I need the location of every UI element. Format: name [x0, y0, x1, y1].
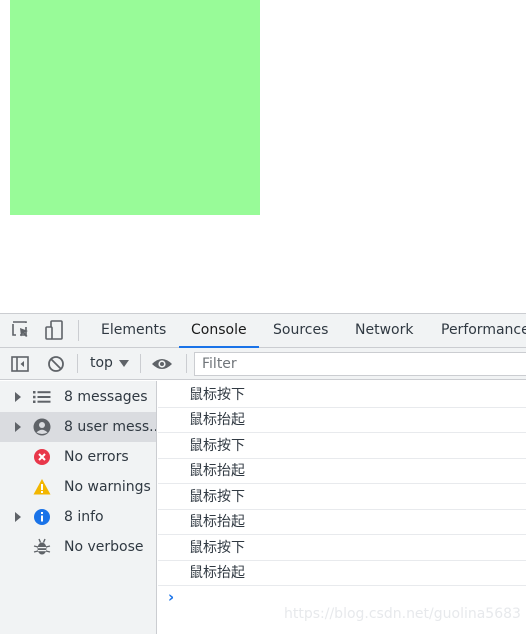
device-toolbar-icon[interactable] — [42, 318, 66, 342]
toolbar-divider — [186, 354, 187, 373]
console-message: 鼠标按下 — [158, 485, 526, 510]
sidebar-item-label: No verbose — [64, 539, 144, 555]
warning-icon — [33, 478, 51, 496]
sidebar-item-label: 8 user mess... — [64, 419, 156, 435]
devtools-panel: Elements Console Sources Network Perform… — [0, 313, 526, 634]
tab-console[interactable]: Console — [179, 314, 259, 348]
user-icon — [33, 418, 51, 436]
tab-sources[interactable]: Sources — [261, 314, 340, 348]
sidebar-item-verbose[interactable]: No verbose — [0, 532, 156, 562]
console-message: 鼠标抬起 — [158, 561, 526, 586]
sidebar-item-label: 8 messages — [64, 389, 148, 405]
clear-console-icon[interactable] — [45, 353, 67, 375]
sidebar-item-label: 8 info — [64, 509, 104, 525]
console-message: 鼠标按下 — [158, 536, 526, 561]
sidebar-item-user-messages[interactable]: 8 user mess... — [0, 412, 156, 442]
filter-input[interactable] — [194, 352, 526, 376]
devtools-tabbar: Elements Console Sources Network Perform… — [0, 314, 526, 348]
console-toolbar: top — [0, 348, 526, 380]
list-icon — [33, 388, 51, 406]
sidebar-item-messages[interactable]: 8 messages — [0, 382, 156, 412]
expand-arrow-icon[interactable] — [15, 512, 21, 522]
sidebar-toggle-icon[interactable] — [9, 353, 31, 375]
console-messages: 鼠标按下 鼠标抬起 鼠标按下 鼠标抬起 鼠标按下 鼠标抬起 鼠标按下 鼠标抬起 … — [158, 381, 526, 634]
console-message: 鼠标抬起 — [158, 408, 526, 433]
bug-icon — [33, 538, 51, 556]
toolbar-divider — [140, 354, 141, 373]
info-icon — [33, 508, 51, 526]
inspect-element-icon[interactable] — [9, 318, 33, 342]
toolbar-divider — [78, 320, 79, 341]
context-selector[interactable]: top — [90, 348, 113, 380]
sidebar-item-errors[interactable]: No errors — [0, 442, 156, 472]
console-message: 鼠标按下 — [158, 434, 526, 459]
sidebar-item-info[interactable]: 8 info — [0, 502, 156, 532]
sidebar-item-label: No errors — [64, 449, 129, 465]
expand-arrow-icon[interactable] — [15, 392, 21, 402]
expand-arrow-icon[interactable] — [15, 422, 21, 432]
sidebar-item-label: No warnings — [64, 479, 151, 495]
console-sidebar: 8 messages 8 user mess... No errors No w… — [0, 381, 157, 634]
chevron-down-icon[interactable] — [119, 360, 129, 367]
sidebar-item-warnings[interactable]: No warnings — [0, 472, 156, 502]
tab-performance[interactable]: Performance — [429, 314, 526, 348]
error-icon — [33, 448, 51, 466]
console-message: 鼠标按下 — [158, 383, 526, 408]
console-message: 鼠标抬起 — [158, 510, 526, 535]
tab-network[interactable]: Network — [343, 314, 425, 348]
console-prompt-icon[interactable]: › — [168, 588, 174, 606]
green-box[interactable] — [10, 0, 260, 215]
console-message: 鼠标抬起 — [158, 459, 526, 484]
toolbar-divider — [77, 354, 78, 373]
watermark: https://blog.csdn.net/guolina5683 — [284, 606, 521, 622]
eye-icon[interactable] — [151, 353, 173, 375]
tab-elements[interactable]: Elements — [89, 314, 178, 348]
